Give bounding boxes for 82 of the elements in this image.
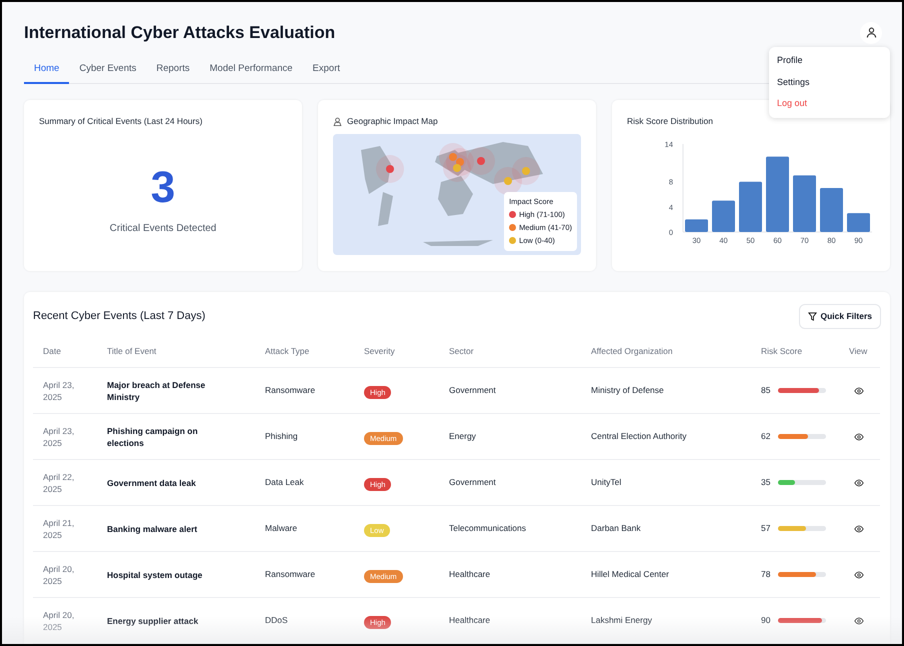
sector-cell-text: Healthcare <box>449 614 492 628</box>
attack-type-cell-text: Phishing <box>265 430 299 444</box>
histogram-bar <box>847 212 870 232</box>
card-title: Geographic Impact Map <box>347 114 438 128</box>
organization-cell-text: Hillel Medical Center <box>591 568 670 582</box>
nav-tab[interactable]: Cyber Events <box>69 62 146 84</box>
risk-score-value: 62 <box>761 430 770 444</box>
critical-count: 3 <box>150 166 176 210</box>
risk-score-value: 78 <box>761 568 770 582</box>
eye-icon <box>854 432 864 441</box>
event-title-cell-text: Hospital system outage <box>107 568 204 581</box>
date-cell-text: April 20, 2025 <box>43 562 76 587</box>
count-caption: Critical Events Detected <box>110 222 216 236</box>
organization-cell-text: UnityTel <box>591 476 622 490</box>
organization-cell-text: Ministry of Defense <box>591 384 665 398</box>
attack-type-cell-text: Ransomware <box>265 568 316 582</box>
view-button[interactable] <box>854 570 864 579</box>
quick-filters-button[interactable]: Quick Filters <box>798 304 881 328</box>
menu-item[interactable]: Profile <box>769 50 890 72</box>
histogram-bar <box>739 181 762 232</box>
organization-cell-text: Lakshmi Energy <box>591 614 653 628</box>
view-button[interactable] <box>854 478 864 487</box>
risk-score-value: 35 <box>761 476 770 490</box>
menu-item[interactable]: Log out <box>769 93 890 114</box>
column-header: View <box>839 344 880 368</box>
page-title: International Cyber Attacks Evaluation <box>24 22 336 44</box>
risk-score-value: 90 <box>761 614 770 628</box>
event-title-cell-text: Phishing campaign on elections <box>107 424 199 449</box>
event-title-cell-text: Government data leak <box>107 476 197 489</box>
date-cell-text: April 22, 2025 <box>43 470 76 495</box>
risk-score-value: 57 <box>761 522 770 536</box>
nav-tab[interactable]: Home <box>24 62 70 84</box>
nav-tab[interactable]: Export <box>302 62 350 84</box>
user-icon <box>866 27 876 38</box>
date-cell-text: April 23, 2025 <box>43 424 76 449</box>
attack-type-cell-text: Malware <box>265 522 298 536</box>
card-title: Risk Score Distribution <box>627 114 714 128</box>
date-cell-text: April 20, 2025 <box>43 608 76 633</box>
user-avatar-button[interactable] <box>860 22 882 44</box>
card-title: Summary of Critical Events (Last 24 Hours) <box>39 114 202 128</box>
filter-icon <box>808 312 816 321</box>
section-title: Recent Cyber Events (Last 7 Days) <box>33 308 206 324</box>
menu-item[interactable]: Settings <box>769 72 890 93</box>
nav-tab[interactable]: Reports <box>146 62 200 84</box>
user-icon <box>333 116 342 126</box>
sector-cell-text: Telecommunications <box>449 522 528 536</box>
date-cell-text: April 21, 2025 <box>43 516 76 541</box>
column-header: Title of Event <box>97 344 255 368</box>
attack-type-cell-text: Ransomware <box>265 384 316 398</box>
column-header: Severity <box>354 344 439 368</box>
column-header: Date <box>33 344 97 368</box>
sector-cell-text: Government <box>449 476 497 490</box>
column-header: Affected Organization <box>581 344 751 368</box>
eye-icon <box>854 570 864 579</box>
date-cell-text: April 23, 2025 <box>43 378 76 403</box>
view-button[interactable] <box>854 386 864 395</box>
eye-icon <box>854 478 864 487</box>
histogram-bar <box>685 218 708 232</box>
sector-cell-text: Energy <box>449 430 477 444</box>
event-title-cell-text: Energy supplier attack <box>107 614 200 627</box>
column-header: Sector <box>439 344 581 368</box>
event-title-cell-text: Major breach at Defense Ministry <box>107 378 206 403</box>
eye-icon <box>854 524 864 533</box>
histogram-bar <box>793 174 816 232</box>
attack-type-cell-text: DDoS <box>265 614 289 628</box>
event-title-cell-text: Banking malware alert <box>107 522 198 535</box>
view-button[interactable] <box>854 524 864 533</box>
sector-cell-text: Government <box>449 384 497 398</box>
risk-score-value: 85 <box>761 384 770 398</box>
organization-cell-text: Central Election Authority <box>591 430 688 444</box>
column-header: Attack Type <box>255 344 354 368</box>
histogram-bar <box>820 188 843 232</box>
sector-cell-text: Healthcare <box>449 568 492 582</box>
histogram-bar <box>712 200 735 232</box>
eye-icon <box>854 386 864 395</box>
organization-cell-text: Darban Bank <box>591 522 642 536</box>
eye-icon <box>854 616 864 625</box>
view-button[interactable] <box>854 432 864 441</box>
nav-tab[interactable]: Model Performance <box>200 62 303 84</box>
column-header: Risk Score <box>751 344 839 368</box>
attack-type-cell-text: Data Leak <box>265 476 305 490</box>
view-button[interactable] <box>854 616 864 625</box>
